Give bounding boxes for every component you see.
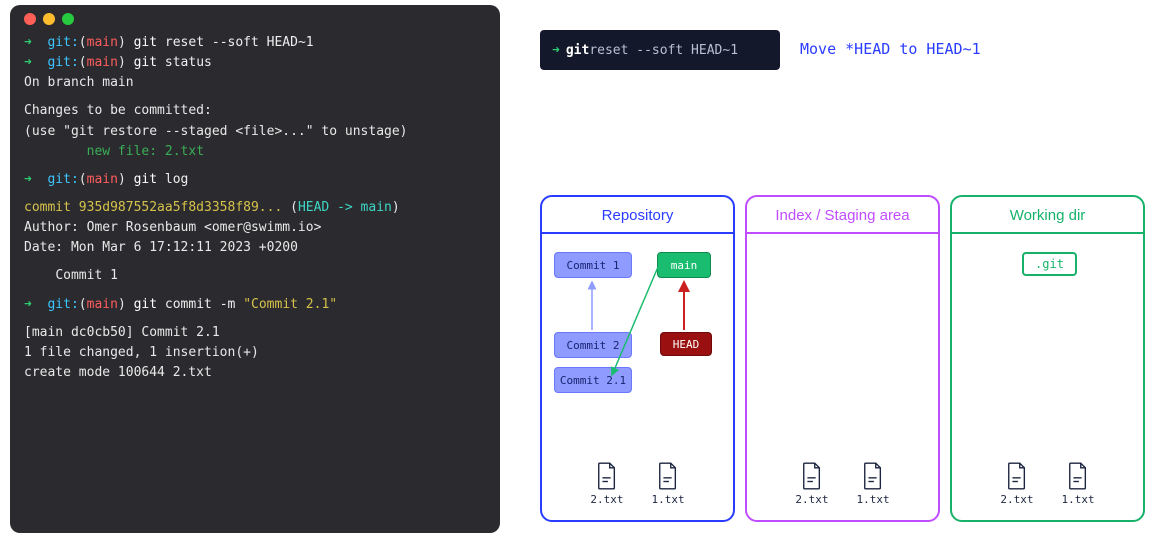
- git-word: git: [566, 43, 589, 58]
- result-line: create mode 100644 2.txt: [24, 363, 486, 383]
- file-item: 1.txt: [1062, 462, 1095, 506]
- wdir-files: 2.txt 1.txt: [952, 462, 1143, 506]
- file-label: 1.txt: [857, 493, 890, 506]
- repository-panel: Repository Commit 1 Commit 2 Commit 2.1 …: [540, 195, 735, 522]
- file-label: 2.txt: [795, 493, 828, 506]
- commit-msg: Commit 1: [24, 266, 486, 286]
- working-dir-panel: Working dir .git 2.txt 1.txt: [950, 195, 1145, 522]
- file-icon: [1067, 462, 1089, 490]
- terminal-window: ➜ git:(main) git reset --soft HEAD~1 ➜ g…: [10, 5, 500, 533]
- commit-1-box: Commit 1: [554, 252, 632, 278]
- file-icon: [862, 462, 884, 490]
- file-label: 1.txt: [1062, 493, 1095, 506]
- commit-hash-line: commit 935d987552aa5f8d3358f89... (HEAD …: [24, 198, 486, 218]
- git-dir-box: .git: [1022, 252, 1077, 276]
- terminal-text: Changes to be committed:: [24, 101, 486, 121]
- file-item: 2.txt: [795, 462, 828, 506]
- file-icon: [657, 462, 679, 490]
- terminal-line: ➜ git:(main) git reset --soft HEAD~1: [24, 33, 486, 53]
- file-icon: [1006, 462, 1028, 490]
- main-ref-box: main: [657, 252, 711, 278]
- file-item: 2.txt: [1000, 462, 1033, 506]
- repo-files: 2.txt 1.txt: [542, 462, 733, 506]
- result-line: [main dc0cb50] Commit 2.1: [24, 323, 486, 343]
- result-line: 1 file changed, 1 insertion(+): [24, 343, 486, 363]
- minimize-dot[interactable]: [43, 13, 55, 25]
- index-panel: Index / Staging area 2.txt 1.txt: [745, 195, 940, 522]
- window-controls: [24, 13, 486, 25]
- terminal-newfile: new file: 2.txt: [24, 142, 486, 162]
- author-line: Author: Omer Rosenbaum <omer@swimm.io>: [24, 218, 486, 238]
- annotation-text: Move *HEAD to HEAD~1: [800, 40, 981, 58]
- file-label: 1.txt: [652, 493, 685, 506]
- terminal-line: ➜ git:(main) git status: [24, 53, 486, 73]
- terminal-text: (use "git restore --staged <file>..." to…: [24, 122, 486, 142]
- terminal-line: ➜ git:(main) git commit -m "Commit 2.1": [24, 295, 486, 315]
- panel-title: Index / Staging area: [747, 197, 938, 234]
- file-label: 2.txt: [1000, 493, 1033, 506]
- date-line: Date: Mon Mar 6 17:12:11 2023 +0200: [24, 238, 486, 258]
- commit-21-box: Commit 2.1: [554, 367, 632, 393]
- terminal-line: ➜ git:(main) git log: [24, 170, 486, 190]
- file-icon: [801, 462, 823, 490]
- maximize-dot[interactable]: [62, 13, 74, 25]
- file-icon: [596, 462, 618, 490]
- file-item: 2.txt: [590, 462, 623, 506]
- panel-title: Working dir: [952, 197, 1143, 234]
- commit-2-box: Commit 2: [554, 332, 632, 358]
- panel-title: Repository: [542, 197, 733, 234]
- file-label: 2.txt: [590, 493, 623, 506]
- close-dot[interactable]: [24, 13, 36, 25]
- head-ref-box: HEAD: [660, 332, 712, 356]
- index-files: 2.txt 1.txt: [747, 462, 938, 506]
- terminal-text: On branch main: [24, 73, 486, 93]
- mini-command: reset --soft HEAD~1: [589, 43, 738, 58]
- arrow-main-to-commit21: [612, 267, 658, 375]
- file-item: 1.txt: [652, 462, 685, 506]
- mini-terminal: ➜ git reset --soft HEAD~1: [540, 30, 780, 70]
- file-item: 1.txt: [857, 462, 890, 506]
